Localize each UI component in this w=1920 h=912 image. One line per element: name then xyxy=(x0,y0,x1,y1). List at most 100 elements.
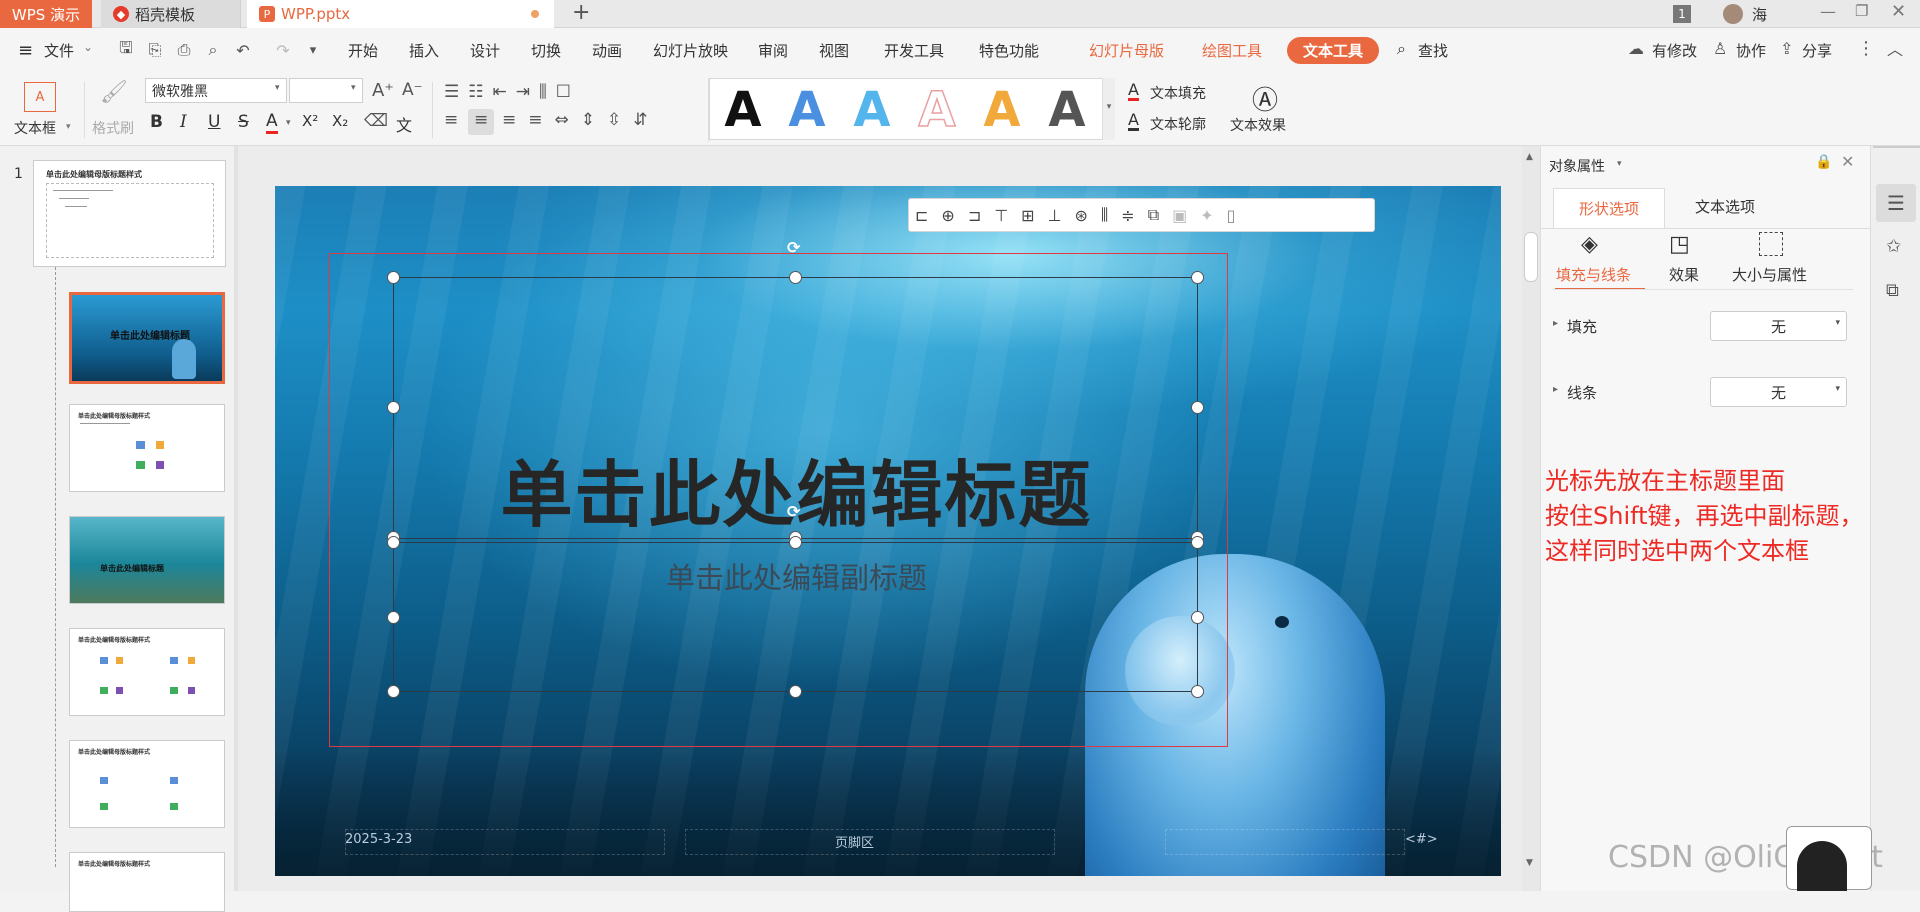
customize-quick-access-icon[interactable]: ▾ xyxy=(302,39,324,61)
layout-thumbnail-5[interactable]: 单击此处编辑母版标题样式 xyxy=(69,740,225,828)
phonetic-guide-button[interactable]: 文 xyxy=(396,112,412,136)
distribute-horizontal-icon[interactable]: ⫼ xyxy=(1101,205,1108,225)
gallery-more-icon[interactable]: ▾ xyxy=(1102,78,1115,140)
font-family-chevron-icon[interactable]: ▾ xyxy=(275,83,280,93)
menu-special[interactable]: 特色功能 xyxy=(979,40,1039,61)
resize-handle[interactable] xyxy=(1191,271,1204,284)
align-center-icon[interactable]: ⊕ xyxy=(941,206,954,225)
restore-icon[interactable]: ❐ xyxy=(1855,2,1868,20)
text-style-5[interactable]: A xyxy=(974,82,1030,138)
align-right-icon[interactable]: ⊐ xyxy=(968,206,981,225)
layout-thumbnail-6[interactable]: 单击此处编辑母版标题样式 xyxy=(69,852,225,912)
modified-status[interactable]: 有修改 xyxy=(1652,40,1697,61)
layout-thumbnail-3[interactable]: 单击此处编辑标题 xyxy=(69,516,225,604)
collapse-ribbon-icon[interactable]: ︿ xyxy=(1887,36,1903,60)
subtab-fill-line[interactable]: 填充与线条 xyxy=(1556,264,1631,285)
fill-dropdown[interactable]: 无 ▾ xyxy=(1710,311,1847,341)
tab-text-options[interactable]: 文本选项 xyxy=(1695,196,1755,217)
canvas-scrollbar-thumb[interactable] xyxy=(1524,232,1538,282)
fill-label[interactable]: 填充 xyxy=(1567,316,1597,337)
resize-handle[interactable] xyxy=(387,401,400,414)
resize-handle[interactable] xyxy=(789,271,802,284)
rotate-handle-icon[interactable]: ⟳ xyxy=(787,502,800,521)
slide-title-text[interactable]: 单击此处编辑标题 xyxy=(394,436,1199,541)
subtab-effects[interactable]: 效果 xyxy=(1669,264,1699,285)
menu-animation[interactable]: 动画 xyxy=(592,40,622,61)
resize-handle[interactable] xyxy=(387,271,400,284)
resize-handle[interactable] xyxy=(1191,536,1204,549)
tab-shape-options[interactable]: 形状选项 xyxy=(1553,188,1665,228)
resize-handle[interactable] xyxy=(1191,401,1204,414)
slide-subtitle-text[interactable]: 单击此处编辑副标题 xyxy=(394,555,1199,597)
resize-handle[interactable] xyxy=(1191,685,1204,698)
panel-title-chevron-icon[interactable]: ▾ xyxy=(1617,159,1622,169)
slide-number[interactable]: <#> xyxy=(1405,832,1438,847)
align-slide-center-icon[interactable]: ⊛ xyxy=(1075,206,1088,225)
save-icon[interactable]: 🖫 xyxy=(115,38,137,61)
textbox-dropdown-icon[interactable]: ▾ xyxy=(66,122,71,132)
format-painter-icon[interactable]: 🖌 xyxy=(100,80,128,110)
text-fill-icon[interactable]: A xyxy=(1128,82,1139,101)
fill-line-icon[interactable]: ◈ xyxy=(1581,232,1598,257)
align-bottom-icon[interactable]: ⊥ xyxy=(1048,206,1062,225)
align-icons[interactable]: ≡ xyxy=(444,110,468,130)
more-options-icon[interactable]: ⋮ xyxy=(1857,38,1875,59)
subtitle-textbox[interactable]: 单击此处编辑副标题 xyxy=(393,542,1198,692)
fill-expand-icon[interactable]: ▸ xyxy=(1553,318,1558,329)
panel-title[interactable]: 对象属性 xyxy=(1549,156,1605,176)
align-middle-icon[interactable]: ⊞ xyxy=(1021,206,1034,225)
decrease-font-icon[interactable]: A⁻ xyxy=(402,80,423,100)
text-outline-icon[interactable]: A xyxy=(1128,112,1139,131)
resize-handle[interactable] xyxy=(789,685,802,698)
text-style-2[interactable]: A xyxy=(779,82,835,138)
undo-icon[interactable]: ↶ xyxy=(232,39,254,61)
hint-icon[interactable]: ✦ xyxy=(1200,206,1213,225)
footer-date[interactable]: 2025-3-23 xyxy=(345,832,412,847)
text-style-1[interactable]: A xyxy=(715,82,771,138)
align-top-icon[interactable]: ⊤ xyxy=(994,206,1008,225)
more-align-icon[interactable]: ▯ xyxy=(1227,206,1236,225)
layout-thumbnail-4[interactable]: 单击此处编辑母版标题样式 xyxy=(69,628,225,716)
share-button[interactable]: 分享 xyxy=(1802,40,1832,61)
format-painter-button[interactable]: 格式刷 xyxy=(92,118,134,138)
textbox-icon[interactable]: A xyxy=(24,82,56,112)
export-icon[interactable]: ⎘ xyxy=(144,39,166,61)
text-style-6[interactable]: A xyxy=(1039,82,1095,138)
collaborate-button[interactable]: 协作 xyxy=(1736,40,1766,61)
menu-home[interactable]: 开始 xyxy=(348,40,378,61)
subtab-size-properties[interactable]: 大小与属性 xyxy=(1732,264,1807,285)
avatar[interactable] xyxy=(1723,4,1743,24)
animation-icon[interactable]: ⧉ xyxy=(1886,280,1899,301)
print-icon[interactable]: ⎙ xyxy=(173,39,195,61)
textbox-button[interactable]: 文本框 xyxy=(14,118,56,138)
menu-slideshow[interactable]: 幻灯片放映 xyxy=(653,40,728,61)
group-icon[interactable]: ▣ xyxy=(1172,206,1187,225)
distribute-vertical-icon[interactable]: ≑ xyxy=(1121,206,1134,225)
align-left-icon[interactable]: ⊏ xyxy=(915,206,928,225)
size-properties-icon[interactable] xyxy=(1759,232,1783,256)
crop-icon[interactable]: ⧉ xyxy=(1148,205,1159,225)
menu-developer[interactable]: 开发工具 xyxy=(884,40,944,61)
layout-thumbnail-title-selected[interactable]: 单击此处编辑标题 xyxy=(69,292,225,384)
style-star-icon[interactable]: ✩ xyxy=(1886,236,1901,257)
effects-icon[interactable]: ◳ xyxy=(1669,232,1690,257)
panel-close-icon[interactable]: ✕ xyxy=(1841,152,1854,171)
line-label[interactable]: 线条 xyxy=(1567,382,1597,403)
font-color-chevron-icon[interactable]: ▾ xyxy=(286,118,291,128)
scroll-down-icon[interactable]: ▼ xyxy=(1526,858,1533,868)
menu-insert[interactable]: 插入 xyxy=(409,40,439,61)
text-style-3[interactable]: A xyxy=(844,82,900,138)
minimize-icon[interactable]: — xyxy=(1820,2,1836,21)
rotate-handle-icon[interactable]: ⟳ xyxy=(787,238,800,257)
text-outline-button[interactable]: 文本轮廓 xyxy=(1150,114,1206,134)
menu-drawing-tools[interactable]: 绘图工具 xyxy=(1202,40,1262,61)
master-thumbnail[interactable]: 单击此处编辑母版标题样式 xyxy=(33,160,226,267)
list-format-icons[interactable]: ☰☷⇤⇥⫼☐ xyxy=(444,82,580,102)
clear-format-icon[interactable]: ⌫ xyxy=(364,111,388,131)
increase-font-icon[interactable]: A⁺ xyxy=(372,80,394,101)
menu-transition[interactable]: 切换 xyxy=(531,40,561,61)
italic-button[interactable]: I xyxy=(180,112,187,132)
paragraph-icons[interactable]: ≡≡⇔⇕⇳⇵ xyxy=(502,110,659,130)
pin-lock-icon[interactable]: 🔒 xyxy=(1815,154,1832,170)
document-tab[interactable]: P WPP.pptx xyxy=(247,0,554,28)
